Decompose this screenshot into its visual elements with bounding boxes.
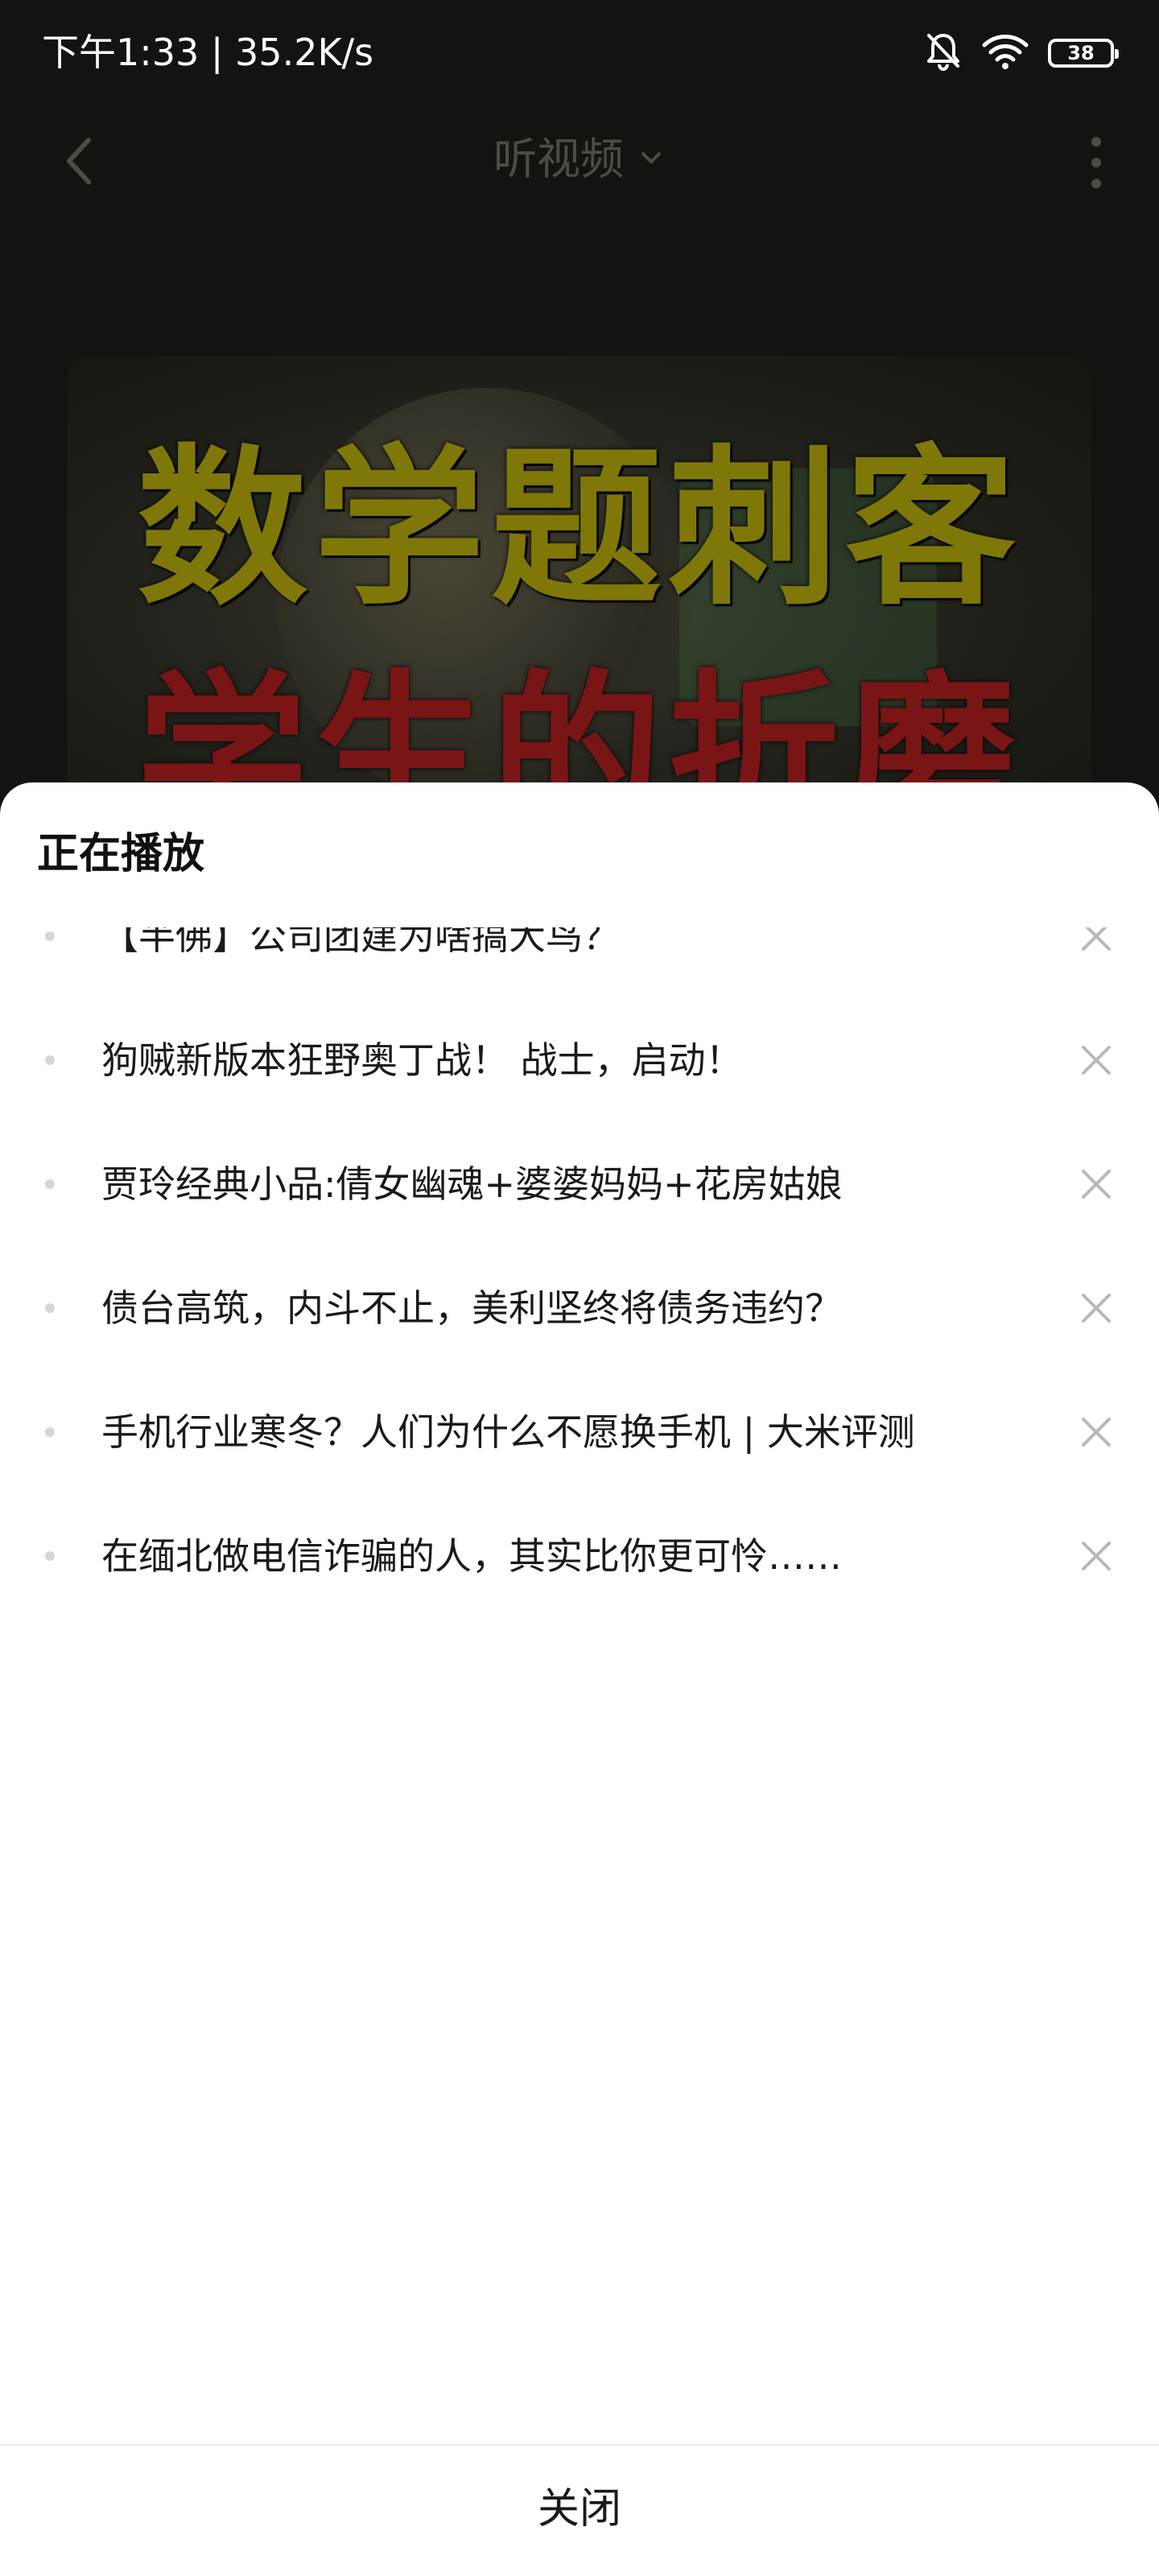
status-bar: 下午1:33 | 35.2K/s 38 — [0, 0, 1159, 105]
cover-title: 数学题刺客 — [137, 429, 1022, 628]
top-nav: 听视频 — [0, 113, 1159, 209]
video-cover: 数学题刺客 学生的折磨 — [68, 356, 1091, 807]
playlist-item-title[interactable]: 在缅北做电信诈骗的人，其实比你更可怜…… — [101, 1530, 1043, 1583]
playlist-item-title[interactable]: 【半佛】公司团建为啥搞大鸟？ — [101, 927, 1043, 963]
playlist-item-title[interactable]: 贾玲经典小品:倩女幽魂+婆婆妈妈+花房姑娘 — [101, 1158, 1043, 1211]
status-time-speed: 下午1:33 | 35.2K/s — [42, 31, 374, 74]
close-icon[interactable] — [1077, 1537, 1116, 1575]
sheet-title: 正在播放 — [37, 830, 205, 878]
bullet-dot-icon — [45, 1551, 55, 1561]
wifi-icon — [982, 32, 1029, 74]
close-icon[interactable] — [1077, 1413, 1116, 1451]
bullet-dot-icon — [45, 1055, 55, 1065]
close-icon[interactable] — [1077, 1165, 1116, 1203]
playlist-item-title[interactable]: 狗贼新版本狂野奥丁战！ 战士，启动！ — [101, 1034, 1043, 1087]
close-button[interactable]: 关闭 — [0, 2481, 1159, 2537]
playlist-item[interactable]: 贾玲经典小品:倩女幽魂+婆婆妈妈+花房姑娘 — [0, 1122, 1159, 1246]
close-icon[interactable] — [1077, 1041, 1116, 1080]
playlist-item-title[interactable]: 债台高筑，内斗不止，美利坚终将债务违约？ — [101, 1282, 1043, 1335]
bullet-dot-icon — [45, 931, 55, 941]
chevron-down-icon — [637, 143, 666, 175]
status-icons: 38 — [924, 29, 1119, 77]
bullet-dot-icon — [45, 1303, 55, 1313]
playlist: 【半佛】公司团建为啥搞大鸟？ 狗贼新版本狂野奥丁战！ 战士，启动！ 贾玲经典小品:倩… — [0, 927, 1159, 1618]
playlist-item[interactable]: 在缅北做电信诈骗的人，其实比你更可怜…… — [0, 1494, 1159, 1618]
close-icon[interactable] — [1077, 927, 1116, 956]
close-icon[interactable] — [1077, 1289, 1116, 1327]
bell-muted-icon — [924, 31, 963, 76]
playlist-item[interactable]: 狗贼新版本狂野奥丁战！ 战士，启动！ — [0, 998, 1159, 1122]
playlist-item[interactable]: 手机行业寒冬？人们为什么不愿换手机 | 大米评测 — [0, 1370, 1159, 1494]
now-playing-sheet: 正在播放 【半佛】公司团建为啥搞大鸟？ 狗贼新版本狂野奥丁战！ 战士，启动！ 贾玲经… — [0, 782, 1159, 2576]
playlist-item[interactable]: 【半佛】公司团建为啥搞大鸟？ — [0, 927, 1159, 998]
bullet-dot-icon — [45, 1179, 55, 1189]
playlist-item-title[interactable]: 手机行业寒冬？人们为什么不愿换手机 | 大米评测 — [101, 1406, 1043, 1459]
nav-title-dropdown[interactable]: 听视频 — [0, 129, 1159, 190]
battery-level: 38 — [1067, 42, 1095, 64]
bullet-dot-icon — [45, 1427, 55, 1437]
nav-title: 听视频 — [493, 134, 624, 184]
sheet-footer: 关闭 — [0, 2444, 1159, 2576]
playlist-viewport[interactable]: 【半佛】公司团建为啥搞大鸟？ 狗贼新版本狂野奥丁战！ 战士，启动！ 贾玲经典小品:倩… — [0, 927, 1159, 1618]
playlist-item[interactable]: 债台高筑，内斗不止，美利坚终将债务违约？ — [0, 1246, 1159, 1370]
more-vertical-icon[interactable] — [1082, 132, 1111, 193]
battery-icon: 38 — [1048, 39, 1119, 68]
